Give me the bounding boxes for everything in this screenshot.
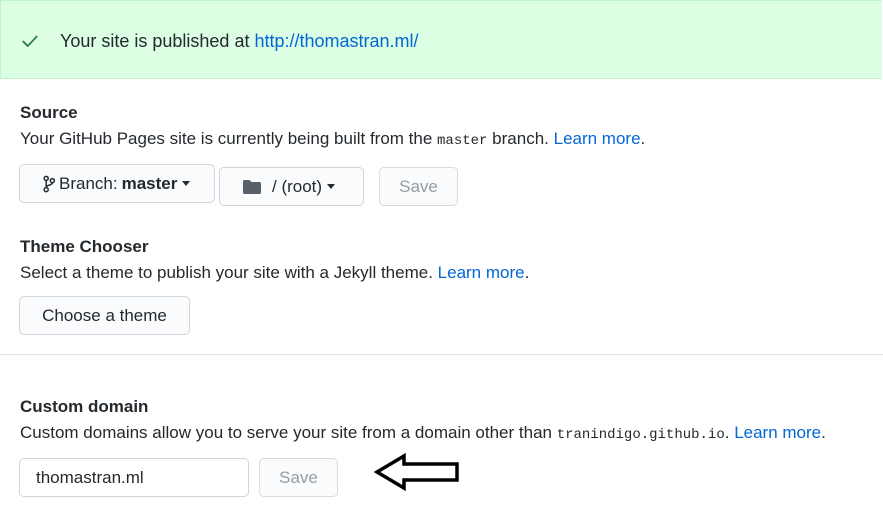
source-desc-after: branch. bbox=[487, 129, 554, 148]
check-icon bbox=[22, 35, 38, 47]
branch-label-value: master bbox=[121, 173, 178, 193]
section-divider bbox=[0, 354, 883, 355]
source-period: . bbox=[640, 129, 646, 148]
custom-domain-input[interactable] bbox=[19, 458, 249, 497]
theme-description: Select a theme to publish your site with… bbox=[20, 262, 529, 284]
branch-label-prefix: Branch: bbox=[59, 173, 118, 193]
theme-period: . bbox=[524, 263, 530, 282]
left-arrow-icon bbox=[374, 452, 459, 492]
chevron-down-icon bbox=[182, 181, 191, 186]
source-heading: Source bbox=[20, 103, 78, 122]
choose-theme-button[interactable]: Choose a theme bbox=[19, 296, 190, 335]
custom-domain-desc-after: . bbox=[724, 423, 735, 442]
branch-select-button[interactable]: Branch: master bbox=[19, 164, 215, 203]
chevron-down-icon bbox=[327, 184, 336, 189]
source-branch-code: master bbox=[437, 133, 488, 149]
source-learn-more-link[interactable]: Learn more bbox=[554, 129, 641, 148]
custom-domain-description: Custom domains allow you to serve your s… bbox=[20, 422, 826, 446]
published-message: Your site is published at http://thomast… bbox=[60, 30, 419, 52]
custom-domain-desc-before: Custom domains allow you to serve your s… bbox=[20, 423, 557, 442]
theme-desc: Select a theme to publish your site with… bbox=[20, 263, 438, 282]
theme-learn-more-link[interactable]: Learn more bbox=[438, 263, 525, 282]
custom-domain-period: . bbox=[821, 423, 826, 442]
custom-domain-heading: Custom domain bbox=[20, 397, 149, 416]
source-desc-before: Your GitHub Pages site is currently bein… bbox=[20, 129, 438, 148]
published-prefix: Your site is published at bbox=[60, 31, 255, 51]
theme-heading: Theme Chooser bbox=[20, 237, 149, 256]
published-banner: Your site is published at http://thomast… bbox=[0, 0, 882, 79]
folder-select-button[interactable]: / (root) bbox=[219, 167, 364, 206]
folder-label: / (root) bbox=[272, 176, 323, 196]
published-url-link[interactable]: http://thomastran.ml/ bbox=[254, 31, 418, 51]
custom-domain-code: tranindigo.github.io bbox=[556, 427, 725, 443]
custom-domain-save-button[interactable]: Save bbox=[259, 458, 338, 497]
git-branch-icon bbox=[43, 175, 56, 192]
folder-icon bbox=[243, 179, 261, 194]
source-save-button[interactable]: Save bbox=[379, 167, 458, 206]
custom-domain-learn-more-link[interactable]: Learn more bbox=[734, 423, 821, 442]
source-description: Your GitHub Pages site is currently bein… bbox=[20, 128, 645, 152]
